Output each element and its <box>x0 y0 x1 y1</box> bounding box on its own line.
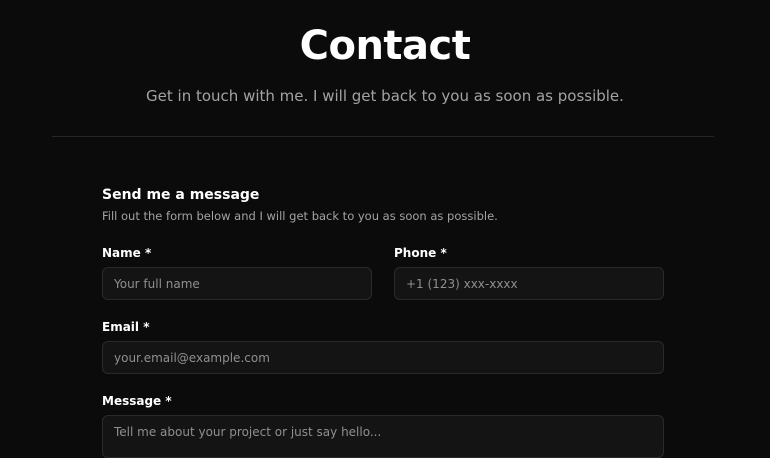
email-input[interactable] <box>102 341 664 374</box>
form-heading: Send me a message <box>102 187 260 203</box>
phone-label: Phone * <box>394 246 447 260</box>
message-textarea[interactable] <box>102 415 664 458</box>
form-description: Fill out the form below and I will get b… <box>102 209 498 223</box>
contact-page: Contact Get in touch with me. I will get… <box>0 0 770 458</box>
phone-input[interactable] <box>394 267 664 300</box>
name-label: Name * <box>102 246 152 260</box>
page-title: Contact <box>299 23 471 69</box>
name-input[interactable] <box>102 267 372 300</box>
divider <box>52 136 714 137</box>
email-label: Email * <box>102 320 150 334</box>
message-label: Message * <box>102 394 172 408</box>
page-subtitle: Get in touch with me. I will get back to… <box>146 87 624 105</box>
